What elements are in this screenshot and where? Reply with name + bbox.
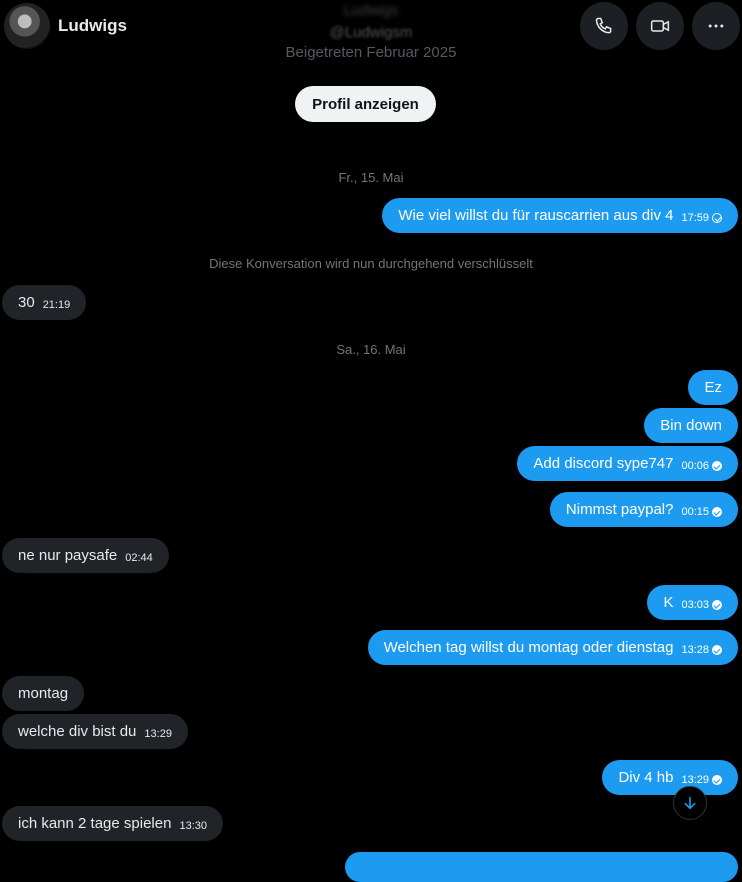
message-outgoing[interactable]: Ez (688, 370, 738, 405)
sent-check-icon (712, 213, 722, 223)
profile-name: Ludwigs (343, 2, 399, 19)
message-text: Bin down (660, 417, 722, 434)
message-text: Nimmst paypal? (565, 501, 674, 518)
profile-handle: @Ludwigsm (329, 24, 413, 41)
arrow-down-icon (684, 796, 696, 810)
message-time: 13:28 (681, 644, 709, 656)
message-outgoing-partial[interactable] (345, 852, 738, 882)
message-outgoing[interactable]: Bin down (644, 408, 738, 443)
message-incoming[interactable]: 30 21:19 (2, 285, 87, 320)
message-text: montag (18, 685, 69, 702)
message-outgoing[interactable]: Add discord sype747 00:06 (517, 446, 738, 481)
message-text: 30 (18, 294, 35, 311)
read-check-icon (712, 775, 722, 785)
message-text: K (663, 594, 674, 611)
view-profile-button[interactable]: Profil anzeigen (295, 86, 436, 122)
message-time: 13:30 (179, 820, 207, 832)
read-check-icon (712, 461, 722, 471)
message-time: 21:19 (42, 299, 71, 311)
message-text: ich kann 2 tage spielen (18, 815, 172, 832)
message-text: Div 4 hb (618, 769, 674, 786)
message-outgoing[interactable]: Nimmst paypal? 00:15 (549, 492, 738, 527)
message-text: Ez (704, 379, 722, 396)
read-check-icon (712, 645, 722, 655)
message-outgoing[interactable]: K 03:03 (647, 585, 738, 620)
message-text: Welchen tag willst du montag oder dienst… (383, 639, 674, 656)
message-time: 03:03 (681, 599, 709, 611)
message-outgoing[interactable]: Welchen tag willst du montag oder dienst… (367, 630, 738, 665)
message-text: Add discord sype747 (533, 455, 674, 472)
message-incoming[interactable]: welche div bist du 13:29 (2, 714, 188, 749)
message-time: 17:59 (681, 212, 709, 224)
message-time: 00:06 (681, 460, 709, 472)
message-time: 13:29 (144, 728, 172, 740)
message-time: 00:15 (681, 506, 709, 518)
message-time: 02:44 (125, 552, 153, 564)
read-check-icon (712, 600, 722, 610)
profile-joined: Beigetreten Februar 2025 (285, 44, 457, 61)
scroll-to-bottom-button[interactable] (673, 786, 707, 820)
message-outgoing[interactable]: Div 4 hb 13:29 (602, 760, 738, 795)
encryption-notice: Diese Konversation wird nun durchgehend … (209, 256, 533, 271)
message-text: ne nur paysafe (18, 547, 118, 564)
message-text: Wie viel willst du für rauscarrien aus d… (398, 207, 674, 224)
read-check-icon (712, 507, 722, 517)
message-incoming[interactable]: ne nur paysafe 02:44 (2, 538, 169, 573)
message-incoming[interactable]: ich kann 2 tage spielen 13:30 (2, 806, 223, 841)
message-outgoing[interactable]: Wie viel willst du für rauscarrien aus d… (382, 198, 738, 233)
date-separator: Sa., 16. Mai (336, 342, 406, 357)
date-separator: Fr., 15. Mai (338, 170, 404, 185)
message-text: welche div bist du (18, 723, 137, 740)
message-incoming[interactable]: montag (2, 676, 85, 711)
message-time: 13:29 (681, 774, 709, 786)
